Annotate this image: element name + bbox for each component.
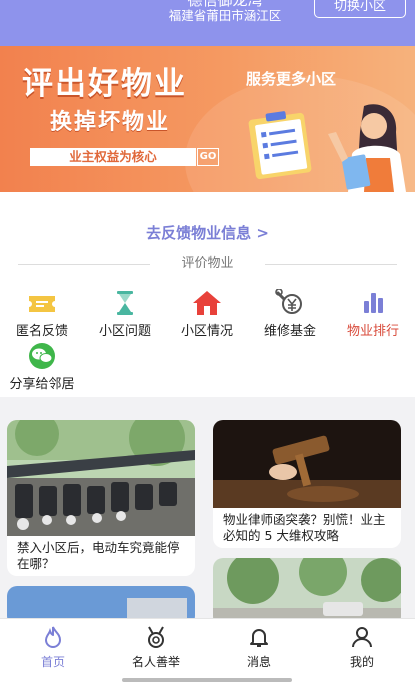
banner-headline: 评出好物业 [22, 66, 187, 102]
top-header: 德信御龙湾 福建省莆田市涵江区 切换小区 [0, 0, 415, 46]
hourglass-icon [117, 291, 133, 315]
nav-profile[interactable]: 我的 [317, 625, 407, 670]
article-card-partial[interactable] [213, 558, 401, 626]
article-photo [213, 558, 401, 626]
nav-label: 我的 [349, 655, 374, 669]
article-photo [7, 420, 195, 536]
medal-icon [148, 626, 164, 648]
user-icon [352, 627, 372, 648]
home-indicator [122, 678, 292, 682]
wechat-icon [29, 343, 55, 369]
flame-icon [44, 626, 62, 648]
app-screen: 德信御龙湾 福建省莆田市涵江区 切换小区 评出好物业 换掉坏物业 服务更多小区 … [0, 0, 415, 687]
grid-item-share-neighbors[interactable]: 分享给邻居 [2, 342, 82, 392]
promo-banner[interactable]: 评出好物业 换掉坏物业 服务更多小区 业主权益为核心 GO [0, 46, 415, 192]
nav-label: 消息 [246, 655, 271, 669]
grid-label: 维修基金 [263, 324, 316, 339]
grid-item-maintenance-fund[interactable]: 维修基金 [250, 289, 330, 339]
ticket-icon [29, 296, 55, 312]
article-card-lawyer-letter[interactable]: 物业律师函突袭？别慌！业主必知的 5 大维权攻略 [213, 420, 401, 548]
grid-item-anonymous-feedback[interactable]: 匿名反馈 [2, 289, 82, 339]
nav-philanthropy[interactable]: 名人善举 [111, 625, 201, 670]
grid-label: 物业排行 [346, 324, 399, 339]
article-caption: 禁入小区后，电动车究竟能停在哪？ [17, 540, 180, 571]
region-text: 福建省莆田市涵江区 [168, 8, 282, 23]
feedback-link[interactable]: 去反馈物业信息 > [0, 222, 415, 243]
nav-messages[interactable]: 消息 [214, 625, 304, 670]
wrench-money-icon [275, 289, 302, 314]
grid-label: 小区情况 [180, 324, 233, 339]
article-card-ebike-parking[interactable]: 禁入小区后，电动车究竟能停在哪？ [7, 420, 195, 576]
article-caption: 物业律师函突袭？别慌！业主必知的 5 大维权攻略 [223, 512, 386, 543]
nav-home[interactable]: 首页 [8, 625, 98, 670]
grid-label: 分享给邻居 [9, 377, 75, 392]
clipboard-illustration [248, 111, 312, 180]
divider-right [265, 264, 397, 265]
grid-label: 小区问题 [98, 324, 151, 339]
grid-item-community-issues[interactable]: 小区问题 [85, 289, 165, 339]
banner-subline: 换掉坏物业 [50, 110, 171, 135]
bar-chart-icon [364, 293, 383, 313]
bell-icon [250, 629, 268, 647]
banner-go-button[interactable]: GO [197, 148, 219, 166]
grid-item-property-ranking[interactable]: 物业排行 [333, 289, 413, 339]
banner-slogan-box: 业主权益为核心 [30, 148, 196, 166]
home-icon [193, 291, 221, 315]
article-photo [213, 420, 401, 508]
switch-community-button[interactable]: 切换小区 [314, 0, 406, 18]
woman-illustration [328, 104, 406, 192]
section-header: 评价物业 [0, 254, 415, 274]
nav-label: 名人善举 [131, 655, 180, 669]
nav-label: 首页 [40, 655, 65, 669]
bottom-nav: 首页 名人善举 消息 我的 [0, 618, 415, 687]
grid-label: 匿名反馈 [15, 324, 68, 339]
banner-side-text: 服务更多小区 [246, 70, 337, 88]
grid-item-community-status[interactable]: 小区情况 [167, 289, 247, 339]
